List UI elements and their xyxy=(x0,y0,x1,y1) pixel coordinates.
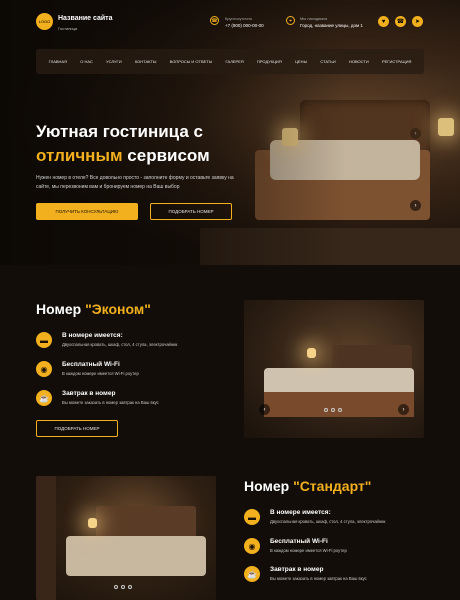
slider-dot[interactable] xyxy=(128,585,132,589)
econom-title-prefix: Номер xyxy=(36,301,86,317)
choose-room-button[interactable]: ПОДОБРАТЬ НОМЕР xyxy=(150,203,232,220)
standard-title-accent: "Стандарт" xyxy=(293,478,372,494)
hero-next-arrow[interactable]: › xyxy=(410,200,421,211)
hero-title-accent: отличным xyxy=(36,146,123,165)
econom-room-image[interactable]: ‹ › xyxy=(244,300,424,438)
hero-prev-arrow[interactable]: ‹ xyxy=(410,128,421,139)
breakfast-icon: ☕ xyxy=(244,566,260,582)
standard-curtain xyxy=(36,476,56,600)
standard-feature-text: Двухспальная кровать, шкаф, стол, 4 стул… xyxy=(270,519,386,524)
bed-icon: ▬ xyxy=(36,332,52,348)
site-subtitle: Гостиница xyxy=(58,26,78,31)
econom-feature-text: Двухспальная кровать, шкаф, стол, 4 стул… xyxy=(62,342,178,347)
standard-room-image[interactable] xyxy=(36,476,216,600)
nav-item-faq[interactable]: ВОПРОСЫ И ОТВЕТЫ xyxy=(170,59,213,64)
econom-next-arrow[interactable]: › xyxy=(398,404,409,415)
standard-feature-text: Вы можете заказать в номер завтрак на Ва… xyxy=(270,576,367,581)
phone-number[interactable]: +7 (900) 000-00-00 xyxy=(225,23,264,28)
nav-item-home[interactable]: ГЛАВНАЯ xyxy=(49,59,67,64)
econom-title: Номер "Эконом" xyxy=(36,301,151,317)
standard-title: Номер "Стандарт" xyxy=(244,478,371,494)
site-title[interactable]: Название сайта xyxy=(58,15,112,22)
wifi-icon: ◉ xyxy=(244,538,260,554)
bed-icon: ▬ xyxy=(244,509,260,525)
nav-item-services[interactable]: УСЛУГИ xyxy=(106,59,122,64)
econom-bed-blanket xyxy=(264,392,414,417)
slider-dot[interactable] xyxy=(121,585,125,589)
social-heart-icon[interactable]: ♥ xyxy=(378,16,389,27)
standard-feature-title: Бесплатный Wi-Fi xyxy=(270,538,328,545)
standard-feature-title: В номере имеется: xyxy=(270,509,331,516)
nav-item-articles[interactable]: СТАТЬИ xyxy=(320,59,335,64)
econom-feature-title: В номере имеется: xyxy=(62,332,123,339)
consultation-button[interactable]: ПОЛУЧИТЬ КОНСУЛЬТАЦИЮ xyxy=(36,203,138,220)
phone-label: Круглосуточно xyxy=(225,16,252,21)
slider-dot[interactable] xyxy=(331,408,335,412)
econom-choose-button[interactable]: ПОДОБРАТЬ НОМЕР xyxy=(36,420,118,437)
nav-item-contacts[interactable]: КОНТАКТЫ xyxy=(135,59,157,64)
social-telegram-icon[interactable]: ➤ xyxy=(412,16,423,27)
phone-icon: ☎ xyxy=(210,16,219,25)
hero-description: Нужен номер в отеле? Все довольно просто… xyxy=(36,175,234,190)
location-icon: ⌖ xyxy=(286,16,295,25)
nav-item-products[interactable]: ПРОДУКЦИЯ xyxy=(257,59,282,64)
nav-item-prices[interactable]: ЦЕНЫ xyxy=(295,59,307,64)
wifi-icon: ◉ xyxy=(36,361,52,377)
econom-feature-text: Вы можете заказать в номер завтрак на Ва… xyxy=(62,400,159,405)
standard-slider-dots xyxy=(114,585,132,589)
slider-dot[interactable] xyxy=(338,408,342,412)
standard-feature-text: В каждом номере имеется Wi-Fi роутер xyxy=(270,548,347,553)
econom-slider-dots xyxy=(324,408,342,412)
econom-feature-title: Бесплатный Wi-Fi xyxy=(62,361,120,368)
slider-dot[interactable] xyxy=(324,408,328,412)
hero-title-rest: сервисом xyxy=(127,146,210,165)
header: LOGO Название сайта Гостиница ☎ Круглосу… xyxy=(0,0,460,44)
nav-item-register[interactable]: РЕГИСТРАЦИЯ xyxy=(382,59,411,64)
address-label: Мы находимся xyxy=(300,16,328,21)
hero-title-line1: Уютная гостиница с xyxy=(36,122,203,141)
econom-title-accent: "Эконом" xyxy=(85,301,151,317)
address: Город, название улицы, дом 1 xyxy=(300,23,363,28)
standard-feature-title: Завтрак в номер xyxy=(270,566,324,573)
main-nav: ГЛАВНАЯ О НАС УСЛУГИ КОНТАКТЫ ВОПРОСЫ И … xyxy=(36,49,424,74)
econom-lamp xyxy=(307,348,316,358)
slider-dot[interactable] xyxy=(114,585,118,589)
standard-lamp xyxy=(88,518,97,528)
econom-feature-title: Завтрак в номер xyxy=(62,390,116,397)
hero-title-line2: отличным сервисом xyxy=(36,146,210,166)
econom-prev-arrow[interactable]: ‹ xyxy=(259,404,270,415)
nav-item-about[interactable]: О НАС xyxy=(80,59,93,64)
social-phone-icon[interactable]: ☎ xyxy=(395,16,406,27)
nav-item-gallery[interactable]: ГАЛЕРЕЯ xyxy=(226,59,244,64)
breakfast-icon: ☕ xyxy=(36,390,52,406)
nav-item-news[interactable]: НОВОСТИ xyxy=(349,59,369,64)
standard-title-prefix: Номер xyxy=(244,478,294,494)
logo[interactable]: LOGO xyxy=(36,13,53,30)
standard-bed-sheet xyxy=(66,536,206,576)
econom-feature-text: В каждом номере имеется Wi-Fi роутер xyxy=(62,371,139,376)
